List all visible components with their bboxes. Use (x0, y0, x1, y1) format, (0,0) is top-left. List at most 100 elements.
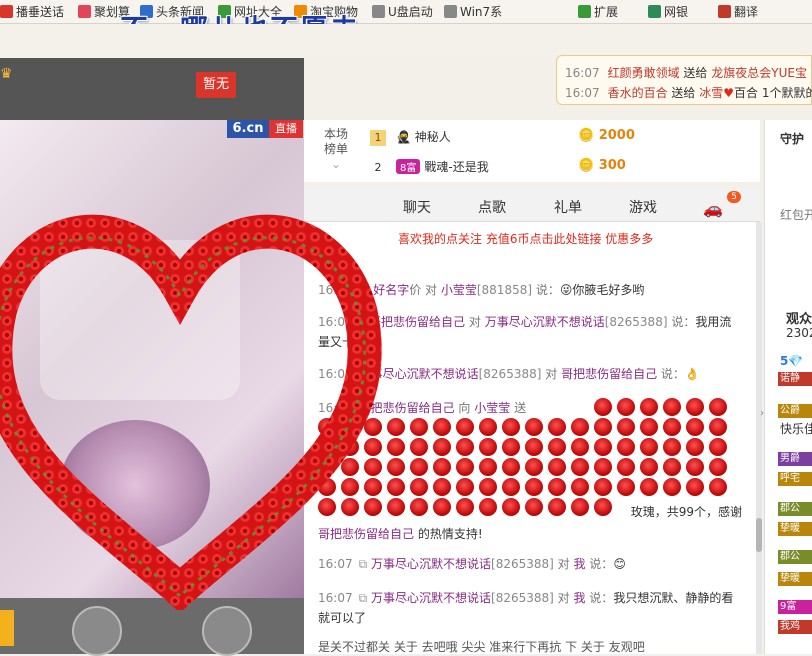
rank-label-line1: 本场 (323, 127, 348, 141)
rose-icon (663, 398, 681, 416)
chat-tabs (304, 188, 760, 222)
guard-title[interactable]: 守护 (780, 130, 804, 147)
audience-badge[interactable]: 挚暖 (778, 572, 812, 586)
rose-icon (663, 418, 681, 436)
ticker-to[interactable]: 龙旗夜总会YUE宝 (711, 66, 807, 80)
red-packet-label[interactable]: 红包开 (780, 206, 812, 223)
rank-row[interactable]: 2 8富 戰魂-还是我 (370, 158, 489, 178)
tab-gift-list[interactable]: 礼单 (554, 197, 582, 217)
rose-icon (341, 438, 359, 456)
bookmark-item[interactable]: 播垂送话 (0, 3, 64, 20)
rose-icon (410, 438, 428, 456)
bookmark-item[interactable]: 翻译 (718, 3, 758, 20)
rose-icon (525, 458, 543, 476)
msg-connector: 对 (465, 315, 485, 329)
chat-scrollbar[interactable] (756, 222, 762, 654)
rose-icon (617, 458, 635, 476)
rose-icon (502, 478, 520, 496)
audience-badge[interactable]: 诺静 (778, 372, 812, 386)
audience-badge[interactable]: 挚暖 (778, 522, 812, 536)
rose-icon (502, 418, 520, 436)
msg-user[interactable]: 万事尽心沉默不想说话 (359, 367, 479, 381)
rank-label[interactable]: 本场 榜单 ⌄ (316, 127, 356, 172)
audience-title[interactable]: 观众 (786, 308, 812, 327)
rose-icon (594, 478, 612, 496)
bookmark-icon (444, 5, 457, 18)
rose-icon (709, 478, 727, 496)
msg-verb: 说： (657, 367, 685, 381)
rose-icon (617, 398, 635, 416)
msg-text: 你腋毛好多哟 (572, 283, 645, 297)
msg-user[interactable]: 万事尽心沉默不想说话 (371, 557, 491, 571)
rose-icon (594, 418, 612, 436)
rose-icon (594, 458, 612, 476)
msg-verb: 说： (585, 591, 614, 605)
rose-icon (318, 438, 336, 456)
rose-icon (410, 418, 428, 436)
ticker-from[interactable]: 香水的百合 (608, 86, 668, 100)
rose-icon (525, 418, 543, 436)
room-notice[interactable]: 喜欢我的点关注 充值6币点击此处链接 优惠多多 (398, 230, 653, 247)
audience-badge[interactable]: 郡公 (778, 502, 812, 516)
msg-user[interactable]: 哥把悲伤留给自己 (369, 315, 465, 329)
ticker-from[interactable]: 红颜勇敢领域 (608, 66, 680, 80)
chat-message: 16:07 ⧉ 万事尽心沉默不想说话[8265388] 对 我 说：我只想沉默、静… (318, 588, 742, 628)
share-icon: ⧉ (358, 557, 368, 571)
avatar[interactable] (202, 606, 252, 656)
car-count-badge: 5 (727, 191, 741, 203)
chevron-right-icon[interactable]: › (760, 408, 764, 419)
video-flower (60, 420, 210, 550)
audience-badge[interactable]: 我鸡 (778, 620, 812, 634)
msg-target[interactable]: 万事尽心沉默不想说话 (485, 315, 605, 329)
msg-user[interactable]: 好名字 (373, 283, 409, 297)
bookmark-label: 网银 (664, 5, 689, 19)
tab-chat[interactable]: 聊天 (403, 197, 431, 217)
audience-badge[interactable]: 呼宅 (778, 472, 812, 486)
car-icon[interactable]: 🚗 (703, 199, 723, 218)
chat-message: 16:07 ⧉ 万事尽心沉默不想说话[8265388] 对 我 说：😊 (318, 554, 742, 574)
bookmark-item[interactable]: Win7系 (444, 3, 502, 20)
msg-time: 16:08 (318, 367, 353, 381)
bookmark-item[interactable]: 扩展 (578, 3, 618, 20)
avatar[interactable] (72, 606, 122, 656)
audience-badge[interactable]: 公爵 (778, 404, 812, 418)
rose-icon (571, 438, 589, 456)
msg-emoji: 😊 (613, 557, 626, 571)
rose-icon (663, 478, 681, 496)
bookmark-item[interactable]: 网银 (648, 3, 688, 20)
tab-games[interactable]: 游戏 (629, 197, 657, 217)
rose-icon (640, 438, 658, 456)
tab-song-request[interactable]: 点歌 (478, 197, 506, 217)
rose-icon (364, 438, 382, 456)
audience-badge[interactable]: 9富 (778, 600, 812, 614)
rose-icon (709, 438, 727, 456)
msg-user[interactable]: 万事尽心沉默不想说话 (371, 591, 491, 605)
rose-icon (686, 418, 704, 436)
msg-user[interactable]: 哥把悲伤留给自己 (318, 527, 414, 541)
msg-target[interactable]: 小莹莹 (441, 283, 477, 297)
audience-badge[interactable]: 快乐佳 (778, 422, 812, 436)
room-tag[interactable]: 暂无 (196, 72, 236, 98)
rose-icon (617, 418, 635, 436)
audience-badge[interactable]: 郡公 (778, 550, 812, 564)
rank-row[interactable]: 1 🥷 神秘人 (370, 128, 451, 148)
chat-scrollbar-thumb[interactable] (756, 518, 762, 552)
video-background (40, 240, 240, 400)
chat-message: 16:08 万事尽心沉默不想说话[8265388] 对 哥把悲伤留给自己 说：👌 (318, 364, 742, 384)
audience-badge[interactable]: 男爵 (778, 452, 812, 466)
msg-target[interactable]: 我 (573, 591, 585, 605)
diamond-level-icon: 5💎 (780, 354, 804, 368)
rose-icon (548, 438, 566, 456)
rose-icon (410, 478, 428, 496)
msg-target[interactable]: 哥把悲伤留给自己 (561, 367, 657, 381)
level-badge: 8富 (396, 159, 421, 174)
rank-name: 神秘人 (414, 130, 451, 144)
msg-verb: 说： (667, 315, 696, 329)
gift-summary-text: 玫瑰，共99个，感谢 (630, 505, 742, 519)
ticker-to[interactable]: 冰雪 (699, 86, 723, 100)
video-player[interactable] (0, 120, 304, 598)
share-icon: ⧉ (358, 591, 368, 605)
msg-target[interactable]: 我 (573, 557, 585, 571)
rose-icon (640, 398, 658, 416)
rose-icon (686, 398, 704, 416)
